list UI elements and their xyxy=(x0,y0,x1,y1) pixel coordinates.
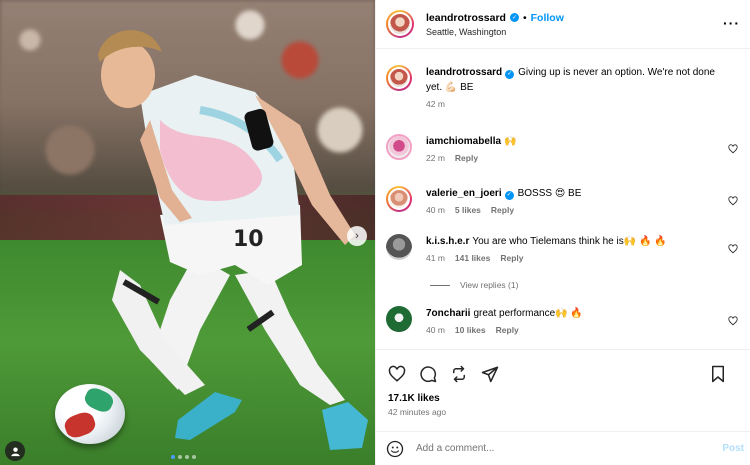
tag-person-icon xyxy=(10,446,20,456)
save-button[interactable] xyxy=(707,363,729,385)
view-replies-button[interactable]: View replies (1) xyxy=(430,280,738,290)
location-link[interactable]: Seattle, Washington xyxy=(426,27,564,37)
tagged-people-button[interactable] xyxy=(5,441,25,461)
comment-item: valerie_en_joeri ✓ BOSSS 😍 BE 40 m 5 likes… xyxy=(386,186,738,218)
follow-button[interactable]: Follow xyxy=(531,12,564,24)
repost-button[interactable] xyxy=(448,363,470,385)
author-username[interactable]: leandrotrossard xyxy=(426,12,506,24)
commenter-avatar[interactable] xyxy=(386,186,412,212)
comment-icon xyxy=(420,365,437,382)
post-actions-bar xyxy=(376,349,750,397)
heart-icon[interactable] xyxy=(728,196,738,206)
share-icon xyxy=(453,365,465,382)
heart-icon[interactable] xyxy=(728,244,738,254)
soccer-player-image: 10 xyxy=(98,30,368,450)
commenter-avatar[interactable] xyxy=(386,234,412,260)
carousel-dot xyxy=(171,455,175,459)
chevron-right-icon: › xyxy=(355,230,359,242)
emoji-icon[interactable] xyxy=(386,440,404,458)
comment-time[interactable]: 40 m xyxy=(426,323,445,338)
post-header: leandrotrossard ✓ • Follow Seattle, Wash… xyxy=(376,0,750,49)
post-comment-button[interactable]: Post xyxy=(722,443,744,454)
soccer-ball xyxy=(55,384,125,444)
comment-text: 🙌 xyxy=(504,136,517,147)
heart-icon[interactable] xyxy=(728,144,738,154)
comment-username[interactable]: 7oncharii xyxy=(426,308,470,319)
comment-username[interactable]: iamchiomabella xyxy=(426,136,501,147)
bookmark-icon xyxy=(712,365,724,383)
caption-avatar[interactable] xyxy=(386,65,412,91)
divider xyxy=(430,284,450,286)
reply-button[interactable]: Reply xyxy=(496,323,519,338)
reply-button[interactable]: Reply xyxy=(500,251,523,266)
like-button[interactable] xyxy=(386,363,408,385)
comment-text: You are who Tielemans think he is🙌 🔥 🔥 xyxy=(472,236,667,247)
post-caption: leandrotrossard ✓ Giving up is never an op… xyxy=(386,65,738,112)
comment-text: BOSSS 😍 BE xyxy=(517,188,582,199)
separator: • xyxy=(522,11,527,24)
carousel-dot xyxy=(178,455,182,459)
author-avatar[interactable] xyxy=(386,10,414,38)
comment-time[interactable]: 22 m xyxy=(426,151,445,166)
verified-badge-icon: ✓ xyxy=(509,13,519,22)
reply-button[interactable]: Reply xyxy=(455,151,478,166)
verified-badge-icon: ✓ xyxy=(505,70,515,79)
more-options-button[interactable]: ··· xyxy=(723,15,740,31)
reply-button[interactable]: Reply xyxy=(491,203,514,218)
comment-text: great performance🙌 🔥 xyxy=(473,308,583,319)
comment-time[interactable]: 40 m xyxy=(426,203,445,218)
caption-time[interactable]: 42 m xyxy=(426,97,445,112)
heart-icon[interactable] xyxy=(728,316,738,326)
comment-time[interactable]: 41 m xyxy=(426,251,445,266)
heart-icon xyxy=(388,365,406,382)
comment-username[interactable]: valerie_en_joeri xyxy=(426,188,502,199)
post-sidebar: leandrotrossard ✓ • Follow Seattle, Wash… xyxy=(375,0,750,465)
comment-input[interactable] xyxy=(416,443,686,454)
add-comment-bar: Post xyxy=(376,431,750,465)
commenter-avatar[interactable] xyxy=(386,306,412,332)
comment-likes[interactable]: 5 likes xyxy=(455,203,481,218)
post-media[interactable]: 10 › xyxy=(0,0,375,465)
comment-username[interactable]: k.i.s.h.e.r xyxy=(426,236,469,247)
comment-button[interactable] xyxy=(417,363,439,385)
carousel-indicator xyxy=(171,455,196,459)
next-slide-button[interactable]: › xyxy=(347,226,367,246)
post-timestamp: 42 minutes ago xyxy=(388,407,447,417)
carousel-dot xyxy=(185,455,189,459)
send-button[interactable] xyxy=(479,363,501,385)
comment-likes[interactable]: 10 likes xyxy=(455,323,486,338)
comment-likes[interactable]: 141 likes xyxy=(455,251,490,266)
comments-list[interactable]: leandrotrossard ✓ Giving up is never an op… xyxy=(376,49,750,349)
commenter-avatar[interactable] xyxy=(386,134,412,160)
comment-item: 7oncharii great performance🙌 🔥 40 m 10 li… xyxy=(386,306,738,338)
verified-badge-icon: ✓ xyxy=(504,191,514,200)
svg-text:10: 10 xyxy=(233,227,264,252)
caption-username[interactable]: leandrotrossard xyxy=(426,67,502,78)
send-icon xyxy=(481,366,499,382)
view-replies-label: View replies (1) xyxy=(460,280,519,290)
comment-item: iamchiomabella 🙌 22 m Reply xyxy=(386,134,738,166)
comment-item: k.i.s.h.e.r You are who Tielemans think h… xyxy=(386,234,738,266)
carousel-dot xyxy=(192,455,196,459)
post-viewer: 10 › leandrotrossard ✓ • Follow Seattle,… xyxy=(0,0,750,465)
